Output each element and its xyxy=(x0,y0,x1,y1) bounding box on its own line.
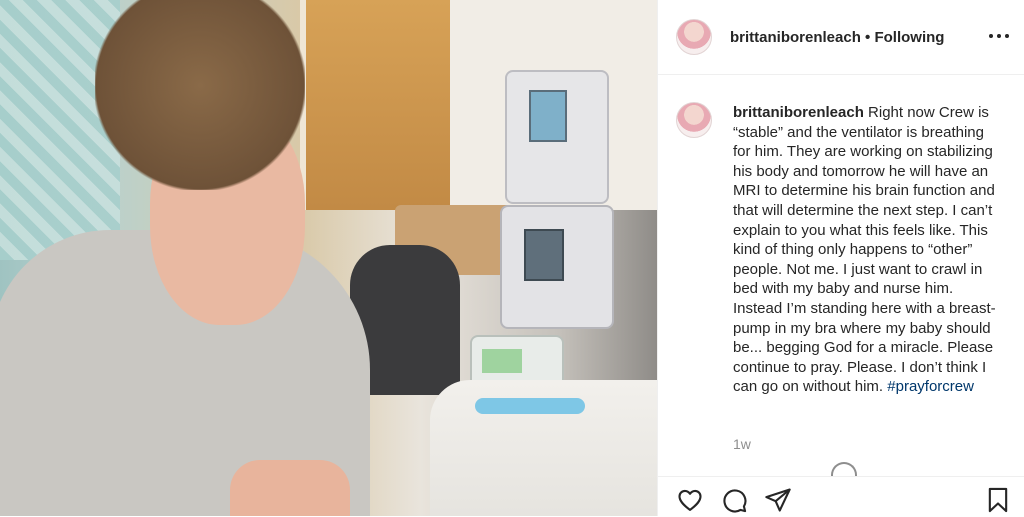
infusion-pump-bottom xyxy=(500,205,614,329)
infusion-pump-top xyxy=(505,70,609,204)
caption-author-link[interactable]: brittaniborenleach xyxy=(733,104,864,121)
woman-hair xyxy=(95,0,305,190)
hand xyxy=(230,460,350,516)
hashtag-link[interactable]: #prayforcrew xyxy=(887,378,974,395)
caption-text: brittaniborenleach Right now Crew is “st… xyxy=(733,103,1001,397)
monitor-screen xyxy=(482,349,522,373)
caption-body: Right now Crew is “stable” and the venti… xyxy=(733,104,996,396)
username-link[interactable]: brittaniborenleach xyxy=(730,29,861,46)
post-photo[interactable] xyxy=(0,0,657,516)
header-username-row: brittaniborenleach • Following xyxy=(730,29,944,46)
comment-icon[interactable] xyxy=(720,486,748,514)
action-bar xyxy=(658,476,1024,517)
following-button[interactable]: Following xyxy=(874,29,944,46)
more-options-icon[interactable] xyxy=(989,28,1009,44)
pump-screen xyxy=(524,229,564,281)
avatar[interactable] xyxy=(676,19,712,55)
caption-block: brittaniborenleach Right now Crew is “st… xyxy=(658,88,1024,418)
heart-icon[interactable] xyxy=(676,486,704,514)
pump-screen xyxy=(529,90,567,142)
separator-dot: • xyxy=(865,29,871,46)
post-side-panel: brittaniborenleach • Following brittanib… xyxy=(657,0,1024,516)
door xyxy=(300,0,456,210)
loading-spinner-icon xyxy=(831,462,857,476)
paper-plane-icon[interactable] xyxy=(764,486,792,514)
ventilator-tube xyxy=(475,398,585,414)
post-header: brittaniborenleach • Following xyxy=(658,0,1024,75)
bookmark-icon[interactable] xyxy=(984,486,1012,514)
post-timestamp[interactable]: 1w xyxy=(733,436,751,452)
caption-avatar[interactable] xyxy=(676,102,712,138)
